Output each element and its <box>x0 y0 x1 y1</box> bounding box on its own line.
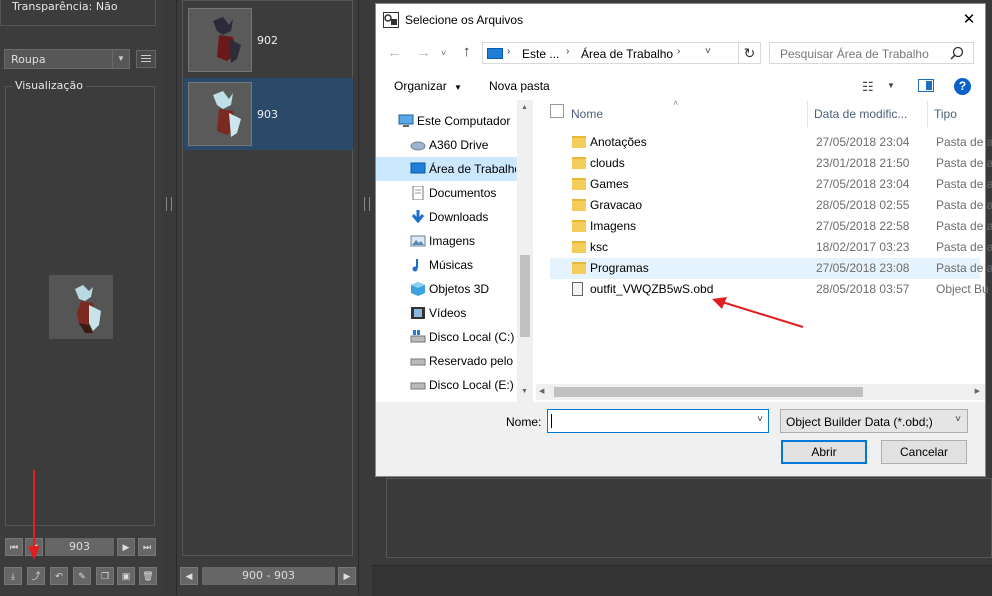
arrow-annotation-import <box>28 470 40 560</box>
annotation-overlay <box>28 297 804 560</box>
arrow-annotation-file <box>712 297 804 328</box>
